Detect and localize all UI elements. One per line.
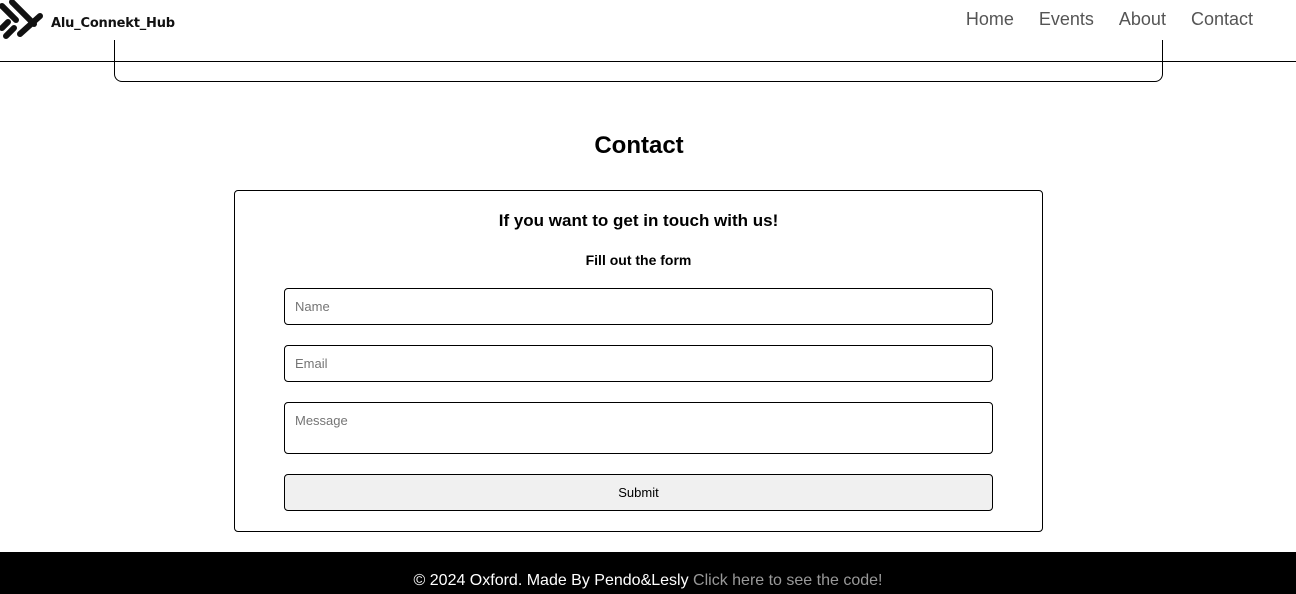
name-input[interactable] bbox=[284, 288, 993, 325]
logo-icon bbox=[0, 0, 43, 39]
contact-form: If you want to get in touch with us! Fil… bbox=[234, 190, 1043, 532]
footer-copyright: © 2024 Oxford. Made By Pendo&Lesly bbox=[413, 572, 694, 589]
nav-about[interactable]: About bbox=[1119, 8, 1166, 30]
form-heading: If you want to get in touch with us! bbox=[498, 211, 779, 230]
main-nav: Home Events About Contact bbox=[941, 8, 1253, 30]
previous-section-card bbox=[114, 40, 1163, 82]
nav-home[interactable]: Home bbox=[966, 8, 1014, 30]
site-footer: © 2024 Oxford. Made By Pendo&Lesly Click… bbox=[0, 552, 1296, 594]
message-textarea[interactable] bbox=[284, 402, 993, 454]
submit-button[interactable]: Submit bbox=[284, 474, 993, 511]
nav-contact[interactable]: Contact bbox=[1191, 8, 1253, 30]
contact-section-title: Contact bbox=[594, 132, 684, 159]
nav-events[interactable]: Events bbox=[1039, 8, 1094, 30]
form-subheading: Fill out the form bbox=[585, 252, 692, 268]
logo[interactable]: Alu_Connekt_Hub bbox=[0, 0, 175, 44]
logo-text: Alu_Connekt_Hub bbox=[51, 16, 175, 31]
email-input[interactable] bbox=[284, 345, 993, 382]
footer-code-link[interactable]: Click here to see the code! bbox=[693, 572, 882, 589]
